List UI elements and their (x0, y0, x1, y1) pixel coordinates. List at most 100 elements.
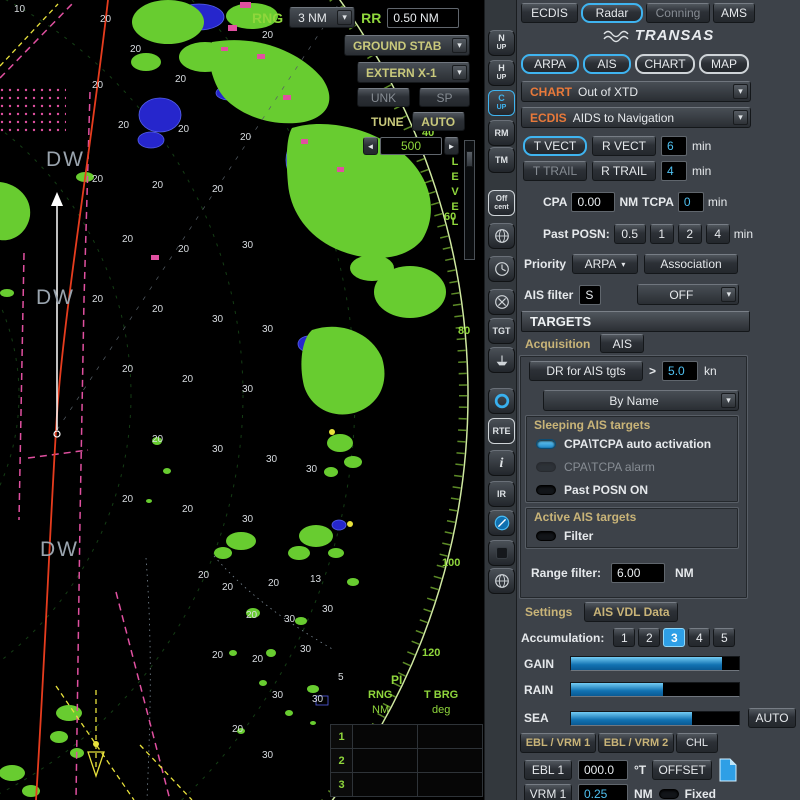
relative-vector-button[interactable]: R VECT (592, 136, 656, 156)
ebl1-value[interactable]: 000.0 (578, 760, 628, 780)
rain-slider[interactable] (570, 682, 740, 697)
pi-rng-cell[interactable] (353, 725, 418, 749)
chevron-down-icon[interactable]: ▾ (337, 10, 352, 25)
info-button[interactable]: i (488, 450, 515, 476)
tab-ais-targets[interactable]: AIS (600, 334, 644, 353)
vrm1-fixed-toggle[interactable] (659, 789, 679, 799)
note-icon[interactable] (718, 757, 738, 783)
sea-auto-button[interactable]: AUTO (748, 708, 796, 728)
vrm1-value[interactable]: 0.25 (578, 784, 628, 800)
tab-chl[interactable]: CHL (676, 733, 718, 753)
tab-acquisition[interactable]: Acquisition (525, 337, 590, 351)
priority-arpa-select[interactable]: ARPA ▾ (572, 254, 638, 274)
sea-slider[interactable] (570, 711, 740, 726)
accumulation-3[interactable]: 3 (663, 628, 685, 647)
accumulation-4[interactable]: 4 (688, 628, 710, 647)
level-slider[interactable] (464, 140, 475, 260)
filter-toggle[interactable] (536, 531, 556, 541)
chart-button[interactable]: CHART (635, 54, 695, 74)
tab-radar[interactable]: Radar (581, 3, 643, 23)
past-posn-on-toggle[interactable] (536, 485, 556, 495)
north-up-button[interactable]: NUP (488, 30, 515, 56)
cpa-value[interactable]: 0.00 (571, 192, 615, 212)
target-button[interactable]: TGT (488, 318, 515, 344)
relative-trail-button[interactable]: R TRAIL (592, 161, 656, 181)
past-posn-4[interactable]: 4 (706, 224, 730, 244)
c pa-auto-activation-toggle[interactable] (536, 439, 556, 449)
unk-button[interactable]: UNK (357, 88, 410, 107)
association-button[interactable]: Association (644, 254, 738, 274)
gain-slider[interactable] (570, 656, 740, 671)
spinner-right-icon[interactable]: ► (444, 137, 459, 155)
head-up-button[interactable]: HUP (488, 60, 515, 86)
tune-auto-button[interactable]: AUTO (412, 112, 465, 131)
clock-icon[interactable] (488, 256, 515, 282)
relative-motion-button[interactable]: RM (488, 120, 515, 146)
course-up-button[interactable]: CUP (488, 90, 515, 116)
no-go-zone-icon[interactable] (488, 388, 515, 414)
offset-button[interactable]: OFFSET (652, 760, 712, 780)
pi-brg-cell[interactable] (418, 725, 483, 749)
past-posn-0-5[interactable]: 0.5 (614, 224, 646, 244)
ais-button[interactable]: AIS (583, 54, 631, 74)
chevron-down-icon[interactable]: ▾ (721, 393, 736, 408)
true-trail-button[interactable]: T TRAIL (523, 161, 587, 181)
chevron-down-icon[interactable]: ▾ (452, 38, 467, 53)
pi-brg-cell[interactable] (418, 773, 483, 797)
tab-ams[interactable]: AMS (713, 3, 755, 23)
range-filter-value[interactable]: 6.00 (611, 563, 665, 583)
map-button[interactable]: MAP (699, 54, 749, 74)
compass-icon[interactable] (488, 510, 515, 536)
pi-rng-cell[interactable] (353, 749, 418, 773)
cpa-alarm-toggle[interactable] (536, 462, 556, 472)
true-motion-button[interactable]: TM (488, 147, 515, 173)
globe-icon[interactable] (488, 223, 515, 249)
cancel-target-icon[interactable] (488, 289, 515, 315)
ais-filter-select[interactable]: OFF ▾ (637, 284, 739, 305)
extern-source-select[interactable]: EXTERN X-1 ▾ (357, 62, 470, 83)
ecdis-aids-select[interactable]: ECDIS AIDS to Navigation ▾ (521, 107, 751, 128)
chevron-down-icon[interactable]: ▾ (721, 287, 736, 302)
accumulation-1[interactable]: 1 (613, 628, 635, 647)
ais-filter-class-value[interactable]: S (579, 285, 601, 305)
accumulation-5[interactable]: 5 (713, 628, 735, 647)
tab-conning[interactable]: Conning (646, 3, 710, 23)
chevron-down-icon[interactable]: ▾ (733, 84, 748, 99)
accumulation-2[interactable]: 2 (638, 628, 660, 647)
chart-alerts-select[interactable]: CHART Out of XTD ▾ (521, 81, 751, 102)
tab-ais-vdl-data[interactable]: AIS VDL Data (584, 602, 678, 622)
arpa-button[interactable]: ARPA (521, 54, 579, 74)
sort-by-select[interactable]: By Name ▾ (543, 390, 739, 411)
spinner-left-icon[interactable]: ◄ (363, 137, 378, 155)
level-slider-thumb[interactable] (466, 151, 473, 167)
pi-brg-cell[interactable] (418, 749, 483, 773)
range-select[interactable]: 3 NM ▾ (289, 7, 355, 28)
true-vector-button[interactable]: T VECT (523, 136, 587, 156)
interference-rejection-button[interactable]: IR (488, 481, 515, 507)
tab-ecdis[interactable]: ECDIS (521, 3, 578, 23)
tab-settings[interactable]: Settings (525, 605, 572, 619)
sp-button[interactable]: SP (419, 88, 470, 107)
route-button[interactable]: RTE (488, 418, 515, 444)
off-center-button[interactable]: Offcent (488, 190, 515, 216)
tab-ebl-vrm-2[interactable]: EBL / VRM 2 (598, 733, 674, 753)
tune-value[interactable]: 500 (380, 137, 442, 155)
ebl1-button[interactable]: EBL 1 (524, 760, 572, 780)
world-chart-icon[interactable] (488, 568, 515, 594)
tab-ebl-vrm-1[interactable]: EBL / VRM 1 (520, 733, 596, 753)
vrm1-button[interactable]: VRM 1 (524, 784, 572, 800)
vector-time-value[interactable]: 6 (661, 136, 687, 156)
range-rings-value[interactable]: 0.50 NM (387, 8, 459, 28)
chevron-down-icon[interactable]: ▾ (733, 110, 748, 125)
dr-speed-value[interactable]: 5.0 (662, 361, 698, 381)
trail-time-value[interactable]: 4 (661, 161, 687, 181)
pi-rng-cell[interactable] (353, 773, 418, 797)
past-posn-2[interactable]: 2 (678, 224, 702, 244)
dr-for-ais-button[interactable]: DR for AIS tgts (529, 361, 643, 381)
chevron-down-icon[interactable]: ▾ (452, 65, 467, 80)
stabilization-select[interactable]: GROUND STAB ▾ (344, 35, 470, 56)
display-panel-icon[interactable] (488, 540, 515, 566)
targets-header[interactable]: TARGETS (521, 311, 750, 332)
tcpa-value[interactable]: 0 (678, 192, 704, 212)
past-posn-1[interactable]: 1 (650, 224, 674, 244)
